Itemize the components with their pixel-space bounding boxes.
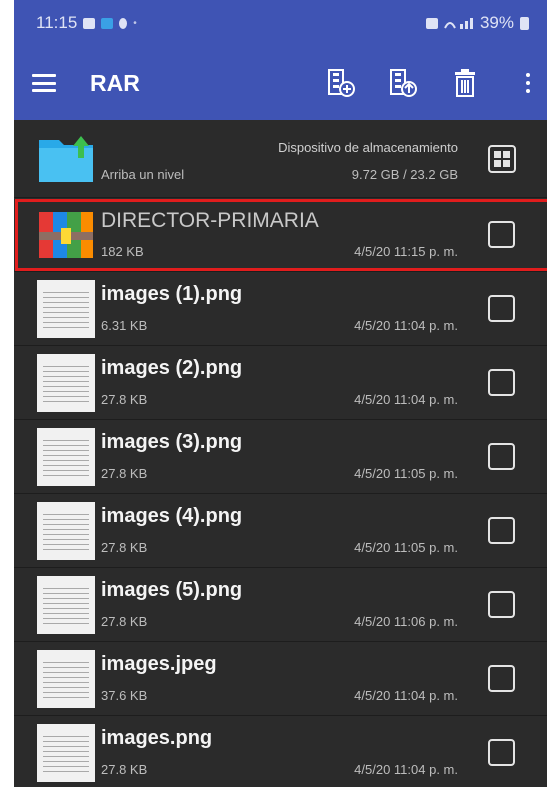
app-notification-icon [101,17,114,29]
file-checkbox[interactable] [488,295,515,322]
dot-icon: • [133,17,137,29]
up-one-level-row[interactable]: Arriba un nivel Dispositivo de almacenam… [14,120,547,198]
rar-archive-icon [39,211,93,258]
storage-device-label: Dispositivo de almacenamiento [278,139,458,155]
gallery-notification-icon [83,17,96,29]
file-checkbox[interactable] [488,517,515,544]
file-date: 4/5/20 11:04 p. m. [354,391,458,407]
signal-wifi-icon [444,18,473,29]
file-date: 4/5/20 11:05 p. m. [354,539,458,555]
file-checkbox[interactable] [488,443,515,470]
file-row-archive[interactable]: DIRECTOR-PRIMARIA 182 KB 4/5/20 11:15 p.… [14,198,547,272]
messenger-notification-icon [119,17,128,29]
image-thumbnail [37,279,95,338]
file-name: images (4).png [101,504,243,527]
file-row[interactable]: images.png 27.8 KB 4/5/20 11:04 p. m. [14,716,547,787]
file-checkbox[interactable] [488,665,515,692]
file-size: 27.8 KB [101,761,148,777]
file-row[interactable]: images (5).png 27.8 KB 4/5/20 11:06 p. m… [14,568,547,642]
file-checkbox[interactable] [488,369,515,396]
image-thumbnail [37,575,95,634]
battery-icon [520,16,529,30]
app-bar: RAR [14,46,547,120]
file-date: 4/5/20 11:04 p. m. [354,687,458,703]
storage-space: 9.72 GB / 23.2 GB [351,166,458,182]
file-size: 6.31 KB [101,317,148,333]
file-date: 4/5/20 11:04 p. m. [354,317,458,333]
file-name: images.jpeg [101,652,217,675]
image-thumbnail [37,501,95,560]
file-name: images (2).png [101,356,243,379]
extract-from-archive-icon[interactable] [389,68,417,98]
file-date: 4/5/20 11:06 p. m. [354,613,458,629]
file-date: 4/5/20 11:04 p. m. [354,761,458,777]
up-one-level-label: Arriba un nivel [101,166,185,182]
file-row[interactable]: images (1).png 6.31 KB 4/5/20 11:04 p. m… [14,272,547,346]
phone-screen: 11:15 • 39% RAR Arriba un nivel Disposit… [14,0,547,787]
select-all-icon[interactable] [488,144,516,173]
image-thumbnail [37,649,95,708]
file-date: 4/5/20 11:05 p. m. [354,465,458,481]
battery-level: 39% [479,13,514,32]
image-thumbnail [37,353,95,412]
file-row[interactable]: images (3).png 27.8 KB 4/5/20 11:05 p. m… [14,420,547,494]
file-name: images (5).png [101,578,243,601]
file-size: 27.8 KB [101,465,148,481]
hamburger-menu-icon[interactable] [32,74,56,92]
image-thumbnail [37,723,95,782]
file-size: 182 KB [101,243,144,259]
file-name: images.png [101,726,213,749]
file-checkbox[interactable] [488,739,515,766]
file-size: 27.8 KB [101,613,148,629]
file-checkbox[interactable] [488,221,515,248]
image-thumbnail [37,427,95,486]
file-size: 37.6 KB [101,687,148,703]
folder-up-icon [39,135,93,182]
more-options-icon[interactable] [523,73,533,93]
file-size: 27.8 KB [101,539,148,555]
file-name: images (1).png [101,282,243,305]
file-date: 4/5/20 11:15 p. m. [354,243,458,259]
file-row[interactable]: images (4).png 27.8 KB 4/5/20 11:05 p. m… [14,494,547,568]
add-to-archive-icon[interactable] [327,68,355,98]
file-row[interactable]: images (2).png 27.8 KB 4/5/20 11:04 p. m… [14,346,547,420]
alarm-icon [425,17,438,29]
file-name: DIRECTOR-PRIMARIA [101,208,319,232]
status-time: 11:15 [36,13,78,32]
file-row[interactable]: images.jpeg 37.6 KB 4/5/20 11:04 p. m. [14,642,547,716]
file-checkbox[interactable] [488,591,515,618]
status-bar: 11:15 • 39% [14,0,547,46]
file-size: 27.8 KB [101,391,148,407]
app-title: RAR [90,69,140,96]
file-list: Arriba un nivel Dispositivo de almacenam… [14,120,547,787]
file-name: images (3).png [101,430,243,453]
delete-icon[interactable] [451,68,479,98]
